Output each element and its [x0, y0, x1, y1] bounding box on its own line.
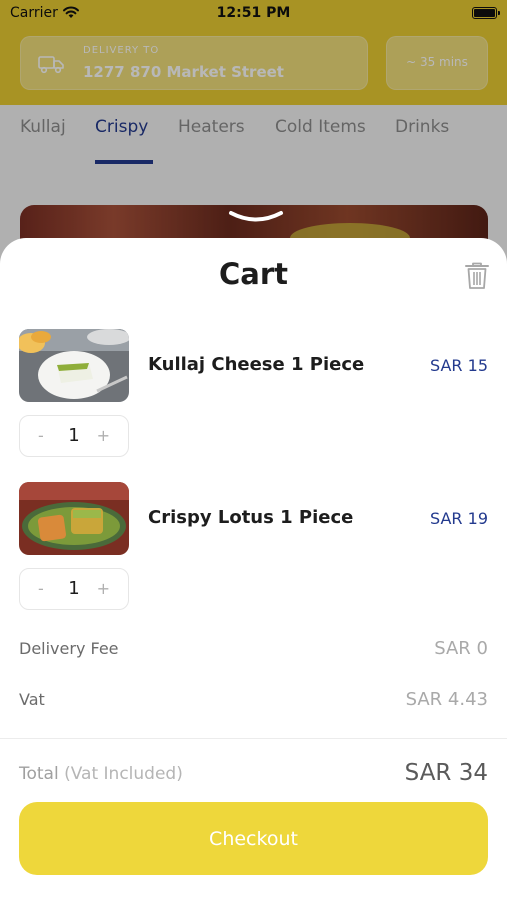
total-label: Total (Vat Included) — [19, 764, 183, 784]
kullaj-cheese-image — [19, 329, 129, 402]
cart-item-price: SAR 15 — [430, 356, 488, 375]
quantity-value: 1 — [68, 578, 80, 599]
cart-item-name: Crispy Lotus 1 Piece — [148, 507, 354, 528]
divider — [0, 738, 507, 739]
total-note: (Vat Included) — [64, 764, 183, 784]
total-label-text: Total — [19, 764, 59, 784]
quantity-stepper: - 1 + — [19, 568, 129, 610]
cart-item-name: Kullaj Cheese 1 Piece — [148, 354, 365, 375]
cart-title: Cart — [218, 257, 289, 291]
delivery-fee-label: Delivery Fee — [19, 639, 119, 658]
quantity-value: 1 — [68, 425, 80, 446]
chevron-down-icon[interactable] — [228, 210, 284, 224]
cart-item-price: SAR 19 — [430, 509, 488, 528]
checkout-button[interactable]: Checkout — [19, 802, 488, 875]
total-value: SAR 34 — [404, 760, 488, 786]
increase-quantity-button[interactable]: + — [97, 426, 110, 445]
crispy-lotus-image — [19, 482, 129, 555]
increase-quantity-button[interactable]: + — [97, 579, 110, 598]
vat-label: Vat — [19, 690, 45, 709]
quantity-stepper: - 1 + — [19, 415, 129, 457]
vat-value: SAR 4.43 — [405, 689, 488, 710]
trash-icon[interactable] — [463, 261, 491, 291]
delivery-fee-value: SAR 0 — [434, 638, 488, 659]
